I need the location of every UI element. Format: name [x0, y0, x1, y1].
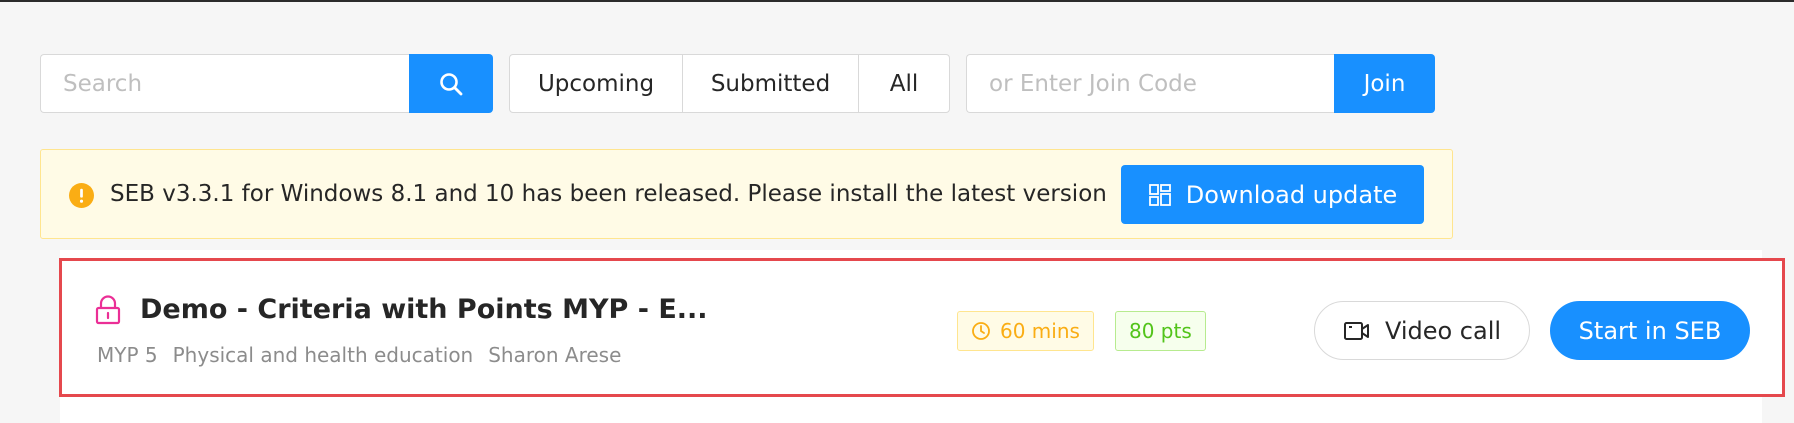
- join-code-input[interactable]: [966, 54, 1335, 113]
- duration-text: 60 mins: [1000, 319, 1080, 343]
- filter-group: Upcoming Submitted All: [509, 54, 950, 113]
- download-update-label: Download update: [1185, 180, 1398, 209]
- download-update-button[interactable]: Download update: [1121, 165, 1424, 224]
- subject-label: Physical and health education: [172, 343, 474, 367]
- search-button[interactable]: [409, 54, 493, 113]
- filter-all-button[interactable]: All: [859, 55, 949, 112]
- video-call-label: Video call: [1384, 316, 1502, 345]
- dashboard-icon: [1148, 183, 1171, 206]
- assignment-title[interactable]: Demo - Criteria with Points MYP - E...: [140, 292, 708, 328]
- search-icon: [440, 72, 463, 95]
- join-button[interactable]: Join: [1334, 54, 1435, 113]
- lock-icon: [95, 295, 121, 325]
- clock-icon: [972, 322, 990, 340]
- grade-label: MYP 5: [97, 343, 158, 367]
- filter-submitted-button[interactable]: Submitted: [683, 55, 859, 112]
- teacher-label: Sharon Arese: [488, 343, 622, 367]
- start-in-seb-button[interactable]: Start in SEB: [1550, 301, 1750, 360]
- points-badge: 80 pts: [1115, 311, 1206, 351]
- video-call-button[interactable]: Video call: [1314, 301, 1530, 360]
- filter-upcoming-button[interactable]: Upcoming: [510, 55, 683, 112]
- update-alert: SEB v3.3.1 for Windows 8.1 and 10 has be…: [40, 149, 1453, 239]
- top-divider: [0, 0, 1794, 2]
- assignment-card[interactable]: Demo - Criteria with Points MYP - E... M…: [59, 258, 1785, 397]
- search-input[interactable]: [40, 54, 410, 113]
- exclamation-circle-icon: [69, 183, 94, 208]
- points-text: 80 pts: [1129, 319, 1192, 343]
- duration-badge: 60 mins: [957, 311, 1094, 351]
- assignment-meta: MYP 5 Physical and health education Shar…: [97, 341, 621, 369]
- video-camera-icon: [1343, 321, 1369, 340]
- alert-message: SEB v3.3.1 for Windows 8.1 and 10 has be…: [110, 181, 1107, 207]
